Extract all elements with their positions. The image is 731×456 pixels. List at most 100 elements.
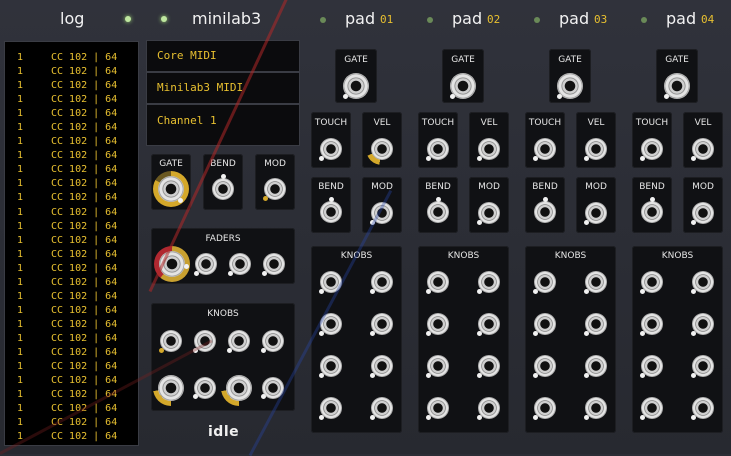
pad-2-touch-label: TOUCH <box>421 118 455 128</box>
log-message: CC 102 | 64 <box>51 220 118 232</box>
log-row: 1 CC 102 | 64 <box>5 79 138 93</box>
log-message: CC 102 | 64 <box>51 248 118 260</box>
log-channel: 1 <box>17 122 24 134</box>
log-row: 1 CC 102 | 64 <box>5 135 138 149</box>
pad-1-bend-jack-indicator <box>328 196 334 202</box>
log-channel: 1 <box>17 262 24 274</box>
log-message: CC 102 | 64 <box>51 361 118 373</box>
log-channel: 1 <box>17 80 24 92</box>
log-message: CC 102 | 64 <box>51 108 118 120</box>
bend-output-jack[interactable] <box>212 178 234 200</box>
gate-label: GATE <box>159 159 183 169</box>
log-channel: 1 <box>17 234 24 246</box>
log-row: 1 CC 102 | 64 <box>5 332 138 346</box>
log-message: CC 102 | 64 <box>51 346 118 358</box>
log-row: 1 CC 102 | 64 <box>5 51 138 65</box>
pad-1-led <box>320 17 326 23</box>
log-row: 1 CC 102 | 64 <box>5 191 138 205</box>
log-channel: 1 <box>17 108 24 120</box>
log-row: 1 CC 102 | 64 <box>5 346 138 360</box>
pad-4-knobs-label: KNOBS <box>661 251 694 261</box>
log-row: 1 CC 102 | 64 <box>5 248 138 262</box>
log-title: log <box>60 9 85 28</box>
pad-3-led <box>534 17 540 23</box>
pad-2-mod-label: MOD <box>478 182 500 192</box>
activity-led <box>125 16 131 22</box>
log-row: 1 CC 102 | 64 <box>5 318 138 332</box>
pad-3-number: 03 <box>594 13 608 26</box>
pad-3-bend-jack[interactable] <box>534 201 556 223</box>
log-row: 1 CC 102 | 64 <box>5 206 138 220</box>
log-row: 1 CC 102 | 64 <box>5 93 138 107</box>
pad-3-knobs-label: KNOBS <box>554 251 587 261</box>
pad-1-touch-label: TOUCH <box>314 118 348 128</box>
knob-8-jack-indicator <box>260 393 266 399</box>
pad-4-bend-label: BEND <box>639 182 665 192</box>
channel-menu[interactable]: Channel 1 <box>146 104 300 146</box>
pad-4-vel-label: VEL <box>694 118 712 128</box>
pad-1-vel-label: VEL <box>373 118 391 128</box>
log-message: CC 102 | 64 <box>51 290 118 302</box>
log-channel: 1 <box>17 164 24 176</box>
pad-2-bend-jack[interactable] <box>427 201 449 223</box>
log-channel: 1 <box>17 403 24 415</box>
log-channel: 1 <box>17 206 24 218</box>
device-title: minilab3 <box>192 9 262 28</box>
log-row: 1 CC 102 | 64 <box>5 163 138 177</box>
log-channel: 1 <box>17 346 24 358</box>
log-row: 1 CC 102 | 64 <box>5 65 138 79</box>
log-channel: 1 <box>17 375 24 387</box>
pad-4-gate-jack-indicator <box>663 94 669 100</box>
pad-1-bend-jack[interactable] <box>320 201 342 223</box>
log-channel: 1 <box>17 66 24 78</box>
device-menu[interactable]: Minilab3 MIDI <box>146 72 300 104</box>
device-led <box>161 16 167 22</box>
pad-2-gate-jack-indicator <box>449 94 455 100</box>
log-row: 1 CC 102 | 64 <box>5 276 138 290</box>
log-message: CC 102 | 64 <box>51 66 118 78</box>
log-channel: 1 <box>17 248 24 260</box>
log-message: CC 102 | 64 <box>51 318 118 330</box>
log-message: CC 102 | 64 <box>51 206 118 218</box>
log-message: CC 102 | 64 <box>51 375 118 387</box>
log-channel: 1 <box>17 389 24 401</box>
log-channel: 1 <box>17 332 24 344</box>
pad-2-title: pad <box>452 9 483 28</box>
log-message: CC 102 | 64 <box>51 178 118 190</box>
bend-output-jack-indicator <box>220 173 226 179</box>
log-message: CC 102 | 64 <box>51 431 118 443</box>
pad-4-gate-label: GATE <box>665 55 689 65</box>
log-row: 1 CC 102 | 64 <box>5 220 138 234</box>
log-message: CC 102 | 64 <box>51 164 118 176</box>
log-message: CC 102 | 64 <box>51 234 118 246</box>
log-message: CC 102 | 64 <box>51 52 118 63</box>
log-channel: 1 <box>17 52 24 63</box>
log-row: 1 CC 102 | 64 <box>5 149 138 163</box>
log-channel: 1 <box>17 318 24 330</box>
log-row: 1 CC 102 | 64 <box>5 262 138 276</box>
log-row: 1 CC 102 | 64 <box>5 121 138 135</box>
pad-2-vel-label: VEL <box>480 118 498 128</box>
pad-1-gate-jack-indicator <box>342 94 348 100</box>
log-row: 1 CC 102 | 64 <box>5 234 138 248</box>
midi-log[interactable]: 1 CC 102 | 64 1 CC 102 | 64 1 CC 102 | 64 1 CC … <box>4 41 139 446</box>
pad-2-gate-label: GATE <box>451 55 475 65</box>
log-row: 1 CC 102 | 64 <box>5 360 138 374</box>
pad-1-bend-label: BEND <box>318 182 344 192</box>
log-message: CC 102 | 64 <box>51 262 118 274</box>
pad-4-title: pad <box>666 9 697 28</box>
pad-4-bend-jack[interactable] <box>641 201 663 223</box>
knob-6-jack-indicator <box>192 393 198 399</box>
pad-3-title: pad <box>559 9 590 28</box>
log-channel: 1 <box>17 290 24 302</box>
pad-3-bend-label: BEND <box>532 182 558 192</box>
pad-3-bend-jack-indicator <box>542 196 548 202</box>
log-channel: 1 <box>17 94 24 106</box>
pad-3-vel-label: VEL <box>587 118 605 128</box>
driver-menu[interactable]: Core MIDI <box>146 40 300 72</box>
pad-4-led <box>641 17 647 23</box>
idle-logo: idle <box>208 424 240 440</box>
module-panel: log minilab3 pad 01 pad 02 pad 03 pad 04… <box>0 0 731 456</box>
pad-1-number: 01 <box>380 13 394 26</box>
log-message: CC 102 | 64 <box>51 94 118 106</box>
